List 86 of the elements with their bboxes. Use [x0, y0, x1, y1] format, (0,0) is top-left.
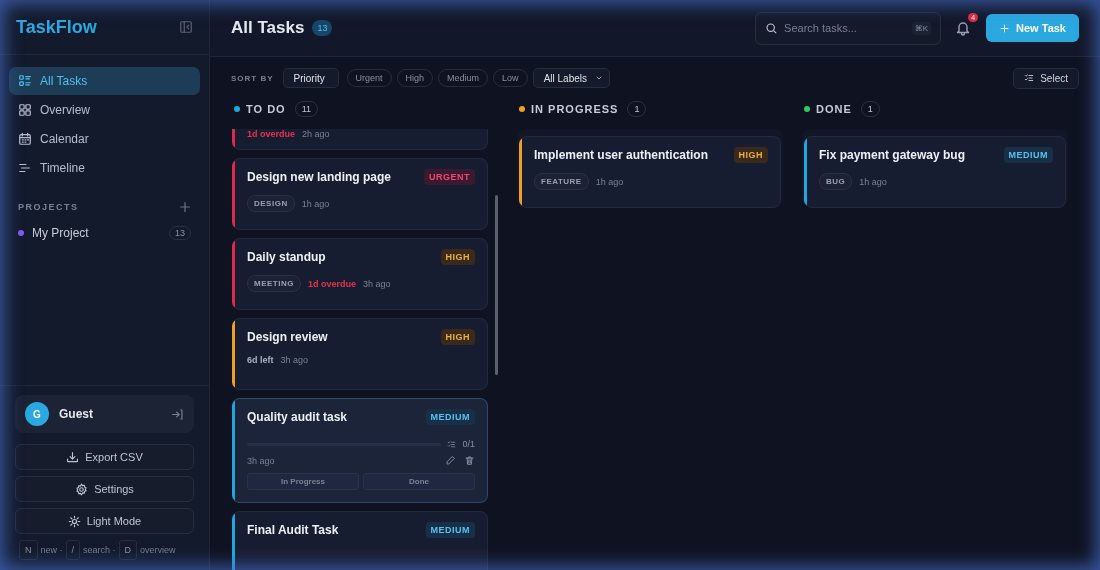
task-title: Quality audit task: [247, 410, 348, 424]
priority-tag: MEDIUM: [1003, 147, 1053, 163]
label-tag: FEATURE: [534, 173, 589, 190]
project-item[interactable]: My Project: [32, 226, 161, 240]
label-tag: DESIGN: [247, 195, 295, 212]
task-title: Implement user authentication: [534, 148, 709, 162]
nav-item[interactable]: Timeline: [9, 154, 200, 182]
logout-icon[interactable]: [171, 407, 184, 421]
timeline-icon: [18, 161, 32, 175]
time-label: 1h ago: [301, 198, 330, 209]
sidebar-button[interactable]: Export CSV: [15, 444, 194, 470]
priority-tag: HIGH: [440, 329, 475, 345]
column-title: DONE: [816, 103, 852, 115]
priority-tag: URGENT: [424, 169, 475, 185]
priority-tag: HIGH: [733, 147, 768, 163]
nav-item[interactable]: Calendar: [9, 125, 200, 153]
nav-item[interactable]: Overview: [9, 96, 200, 124]
sidebar-toggle-icon[interactable]: [179, 20, 193, 34]
label-tag: BUG: [819, 173, 853, 190]
user-avatar: G: [25, 402, 49, 426]
page-title: All Tasks: [231, 18, 305, 38]
shortcut-label: search ·: [83, 545, 116, 555]
sort-dropdown[interactable]: Priority: [282, 68, 339, 88]
task-title: Fix payment gateway bug: [819, 148, 966, 162]
edit-icon[interactable]: [445, 455, 456, 466]
list-icon: [18, 74, 32, 88]
task-title: Daily standup: [247, 250, 326, 264]
labels-dropdown[interactable]: All Labels: [532, 68, 610, 88]
move-button[interactable]: Done: [363, 473, 475, 490]
column-title: IN PROGRESS: [531, 103, 619, 115]
app-logo: TaskFlow: [16, 16, 97, 38]
plus-icon: [999, 22, 1011, 34]
delete-icon[interactable]: [464, 455, 475, 466]
time-label: 3h ago: [247, 455, 276, 466]
shortcut-label: new ·: [40, 545, 63, 555]
label-tag: MEETING: [247, 275, 301, 292]
task-card[interactable]: Implement user authentication HIGH FEATURE 1h ago: [519, 136, 781, 208]
time-label: 2h ago: [302, 129, 330, 139]
column-title: TO DO: [246, 103, 286, 115]
notification-bell-icon[interactable]: [955, 20, 972, 36]
task-card[interactable]: 1d overdue 2h ago: [232, 129, 488, 150]
due-label: 1d overdue: [307, 278, 356, 289]
nav-item[interactable]: All Tasks: [9, 67, 200, 95]
task-card[interactable]: Daily standup HIGH MEETING 1d overdue 3h ago: [232, 238, 488, 310]
priority-tag: MEDIUM: [425, 522, 475, 538]
shortcut-label: overview: [140, 545, 176, 555]
download-icon: [66, 450, 80, 464]
time-label: 1h ago: [595, 176, 624, 187]
sidebar-button[interactable]: Light Mode: [15, 508, 194, 534]
grid-icon: [18, 103, 32, 117]
sort-label: SORT BY: [231, 73, 274, 83]
task-card[interactable]: Design new landing page URGENT DESIGN 1h ago: [232, 158, 488, 230]
user-name: Guest: [59, 407, 94, 421]
time-label: 1h ago: [859, 176, 887, 187]
due-label: 6d left: [247, 355, 274, 365]
sidebar-button[interactable]: Settings: [15, 476, 194, 502]
time-label: 3h ago: [362, 278, 391, 289]
move-button[interactable]: In Progress: [247, 473, 359, 490]
sun-icon: [67, 514, 81, 528]
keyboard-key: D: [118, 540, 138, 560]
search-icon: [765, 21, 779, 35]
priority-tag: MEDIUM: [425, 409, 475, 425]
task-count-badge: 13: [312, 20, 333, 36]
checklist-icon: [1024, 73, 1035, 83]
task-title: Design review: [247, 330, 328, 344]
calendar-icon: [18, 132, 32, 146]
select-button[interactable]: Select: [1013, 67, 1079, 89]
caret-icon: [595, 74, 603, 82]
time-label: 3h ago: [280, 355, 309, 365]
keyboard-key: /: [65, 540, 81, 560]
task-card[interactable]: Final Audit Task MEDIUM: [232, 511, 488, 570]
section-heading: PROJECTS: [18, 202, 79, 212]
task-title: Final Audit Task: [247, 523, 339, 537]
checklist-icon: [447, 439, 457, 449]
task-card[interactable]: Design review HIGH 6d left 3h ago: [232, 318, 488, 390]
add-project-icon[interactable]: [178, 200, 192, 214]
keyboard-key: N: [19, 540, 38, 560]
column-count: 11: [294, 101, 318, 117]
task-title: Design new landing page: [247, 170, 392, 184]
task-card[interactable]: Quality audit task MEDIUM 0/1 3h ago In Progress Done: [232, 398, 488, 503]
settings-icon: [75, 482, 89, 496]
priority-tag: HIGH: [440, 249, 475, 265]
task-card[interactable]: Fix payment gateway bug MEDIUM BUG 1h ago: [804, 136, 1066, 208]
subtask-count: 0/1: [462, 439, 475, 449]
scrollbar[interactable]: [495, 195, 498, 375]
due-label: 1d overdue: [247, 129, 295, 139]
